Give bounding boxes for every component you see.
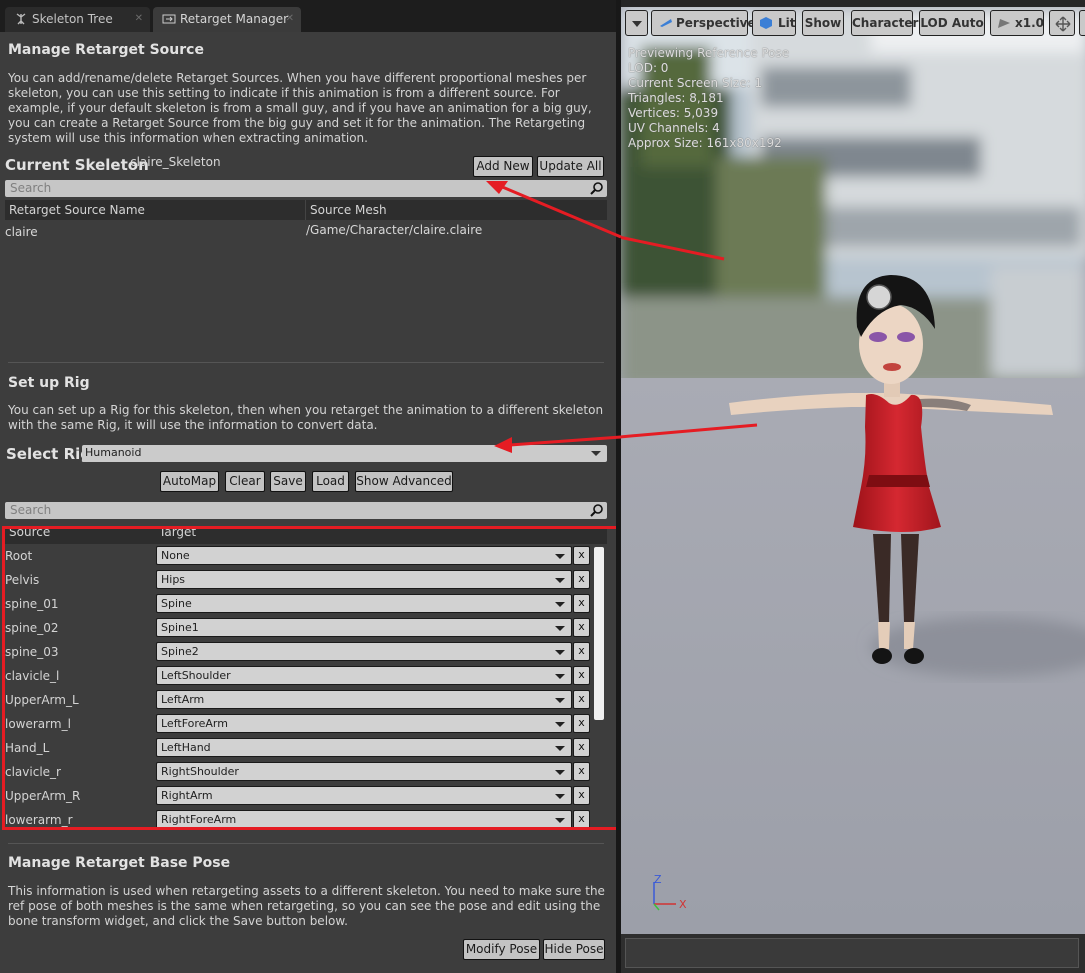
playback-scale-button[interactable]: x1.0 bbox=[990, 10, 1044, 36]
viewport-scene: Z X bbox=[621, 7, 1085, 973]
transform-tool-button[interactable] bbox=[1049, 10, 1075, 36]
perspective-button[interactable]: Perspective bbox=[651, 10, 756, 36]
lod-button[interactable]: LOD Auto bbox=[919, 10, 985, 36]
lit-icon bbox=[760, 17, 772, 29]
camera-speed-button[interactable] bbox=[1079, 10, 1085, 36]
preview-viewport[interactable]: Z X bbox=[621, 7, 1085, 973]
stat-line: Vertices: 5,039 bbox=[628, 106, 719, 120]
lit-button[interactable]: Lit bbox=[752, 10, 796, 36]
axis-label-z: Z bbox=[654, 873, 662, 886]
annotation-arrows bbox=[486, 181, 622, 453]
stat-line: Previewing Reference Pose bbox=[628, 46, 790, 60]
stat-line: UV Channels: 4 bbox=[628, 121, 720, 135]
stat-line: Current Screen Size: 1 bbox=[628, 76, 763, 90]
stat-line: LOD: 0 bbox=[628, 61, 669, 75]
perspective-label: Perspective bbox=[676, 16, 756, 30]
playback-scale-label: x1.0 bbox=[1015, 16, 1044, 30]
viewport-menu-button[interactable] bbox=[625, 10, 648, 36]
lit-label: Lit bbox=[778, 16, 796, 30]
show-button[interactable]: Show bbox=[802, 10, 844, 36]
move-icon bbox=[1055, 16, 1071, 32]
character-button[interactable]: Character bbox=[851, 10, 918, 36]
stat-line: Triangles: 8,181 bbox=[628, 91, 724, 105]
axis-label-x: X bbox=[679, 898, 687, 911]
viewport-bottom-bar bbox=[621, 934, 1085, 973]
chevron-down-icon bbox=[632, 21, 642, 27]
play-icon bbox=[998, 19, 1010, 28]
stat-line: Approx Size: 161x80x192 bbox=[628, 136, 782, 150]
perspective-icon bbox=[660, 19, 672, 27]
timeline-area[interactable] bbox=[625, 938, 1079, 968]
